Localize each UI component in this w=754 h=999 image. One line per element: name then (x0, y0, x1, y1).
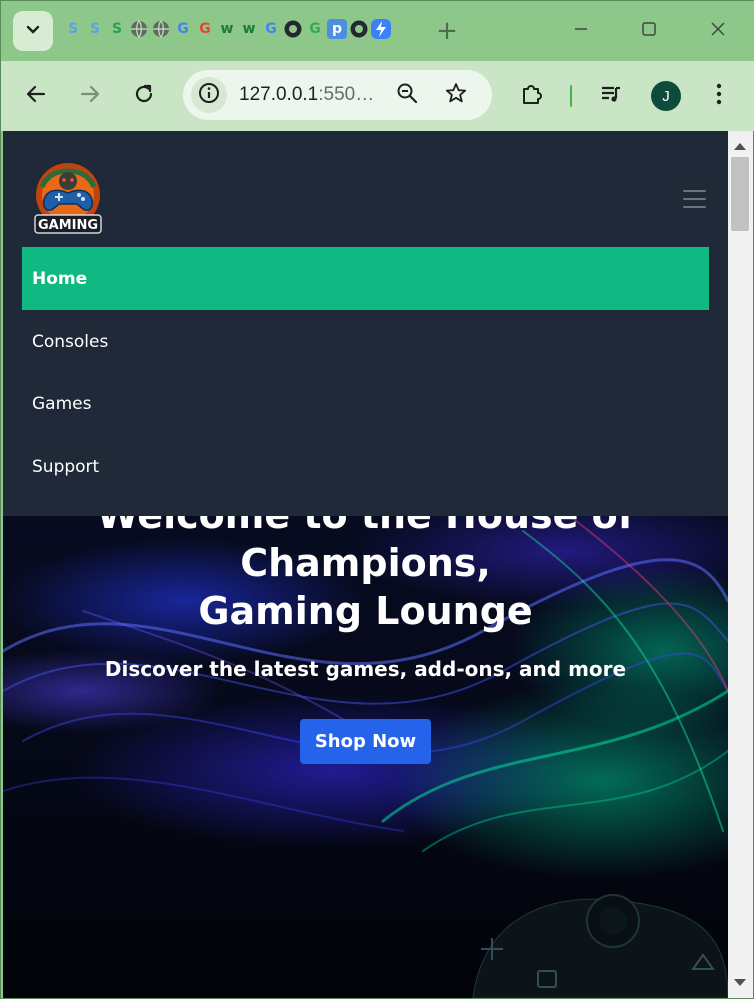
page-scrollbar[interactable] (728, 131, 753, 998)
toolbar-separator (570, 85, 572, 107)
queue-music-icon (599, 82, 623, 111)
reload-button[interactable] (126, 78, 162, 114)
github-icon[interactable] (283, 19, 303, 39)
globe-icon[interactable] (129, 19, 149, 39)
mobile-nav-menu: GAMING Home Consoles Games Support (3, 131, 728, 516)
scroll-up-arrow-icon[interactable] (734, 143, 746, 150)
gaming-logo[interactable]: GAMING (27, 157, 109, 239)
page-viewport: Welcome to the House of Champions, Gamin… (3, 131, 728, 998)
nav-item-home[interactable]: Home (22, 247, 709, 310)
browser-window: S S S G G w w G G p + 127.0.0.1:550… J C… (0, 0, 754, 999)
nav-item-label: Consoles (32, 331, 109, 352)
tab-favicon[interactable]: S (63, 19, 83, 39)
media-control-button[interactable] (593, 78, 629, 114)
arrow-left-icon (25, 83, 47, 110)
menu-toggle-button[interactable] (683, 190, 706, 214)
hamburger-icon-bar (683, 198, 706, 200)
zoom-button[interactable] (389, 77, 425, 113)
minimize-button[interactable] (569, 19, 593, 43)
bolt-icon[interactable] (371, 19, 391, 39)
arrow-right-icon (79, 83, 101, 110)
google-icon[interactable]: G (173, 19, 193, 39)
nav-item-label: Support (32, 456, 100, 477)
maximize-button[interactable] (637, 19, 661, 43)
gamepad-image (472, 894, 728, 998)
zoom-out-icon (396, 82, 418, 109)
hero-subtitle: Discover the latest games, add-ons, and … (104, 657, 627, 681)
hamburger-icon-bar (683, 190, 706, 192)
info-icon (198, 82, 220, 109)
address-bar[interactable]: 127.0.0.1:550… (183, 70, 492, 120)
nav-item-games[interactable]: Games (22, 372, 709, 435)
pinned-tabs: S S S G G w w G G p (63, 19, 391, 39)
nav-item-label: Games (32, 393, 92, 414)
globe-icon[interactable] (151, 19, 171, 39)
github-icon[interactable] (349, 19, 369, 39)
scroll-down-arrow-icon[interactable] (734, 979, 746, 986)
nav-item-support[interactable]: Support (22, 435, 709, 498)
tab-favicon[interactable]: S (107, 19, 127, 39)
url-text[interactable]: 127.0.0.1:550… (239, 84, 374, 106)
browser-menu-button[interactable] (701, 78, 737, 114)
nav-item-consoles[interactable]: Consoles (22, 310, 709, 373)
url-host: 127.0.0.1 (239, 84, 319, 105)
tab-favicon[interactable]: p (327, 19, 347, 39)
back-button[interactable] (18, 78, 54, 114)
reload-icon (133, 83, 155, 110)
tab-favicon[interactable]: w (239, 19, 259, 39)
shop-now-button[interactable]: Shop Now (300, 719, 431, 764)
scroll-thumb[interactable] (731, 157, 749, 231)
google-icon[interactable]: G (305, 19, 325, 39)
google-icon[interactable]: G (195, 19, 215, 39)
nav-item-label: Home (32, 268, 88, 289)
bookmark-button[interactable] (438, 77, 474, 113)
tab-search-button[interactable] (13, 11, 53, 51)
close-icon (710, 21, 726, 42)
extensions-button[interactable] (514, 78, 550, 114)
more-vertical-icon (716, 83, 722, 110)
tab-favicon[interactable]: S (85, 19, 105, 39)
logo-text: GAMING (38, 218, 98, 233)
maximize-icon (641, 21, 657, 42)
hero-title-line: Champions, (240, 541, 491, 585)
minimize-icon (573, 21, 589, 42)
logo-image: GAMING (34, 163, 102, 234)
close-window-button[interactable] (706, 19, 730, 43)
tab-favicon[interactable]: w (217, 19, 237, 39)
forward-button[interactable] (72, 78, 108, 114)
chevron-down-icon (26, 22, 40, 40)
hamburger-icon-bar (683, 206, 706, 208)
new-tab-button[interactable]: + (433, 16, 461, 46)
puzzle-icon (520, 82, 544, 111)
tab-strip: S S S G G w w G G p + (1, 1, 754, 61)
profile-avatar[interactable]: J (651, 81, 681, 111)
browser-toolbar: 127.0.0.1:550… J (1, 61, 754, 131)
star-icon (445, 82, 467, 109)
hero-title-line: Gaming Lounge (198, 589, 533, 633)
site-info-button[interactable] (191, 77, 227, 113)
url-port: :550… (318, 84, 375, 105)
google-icon[interactable]: G (261, 19, 281, 39)
